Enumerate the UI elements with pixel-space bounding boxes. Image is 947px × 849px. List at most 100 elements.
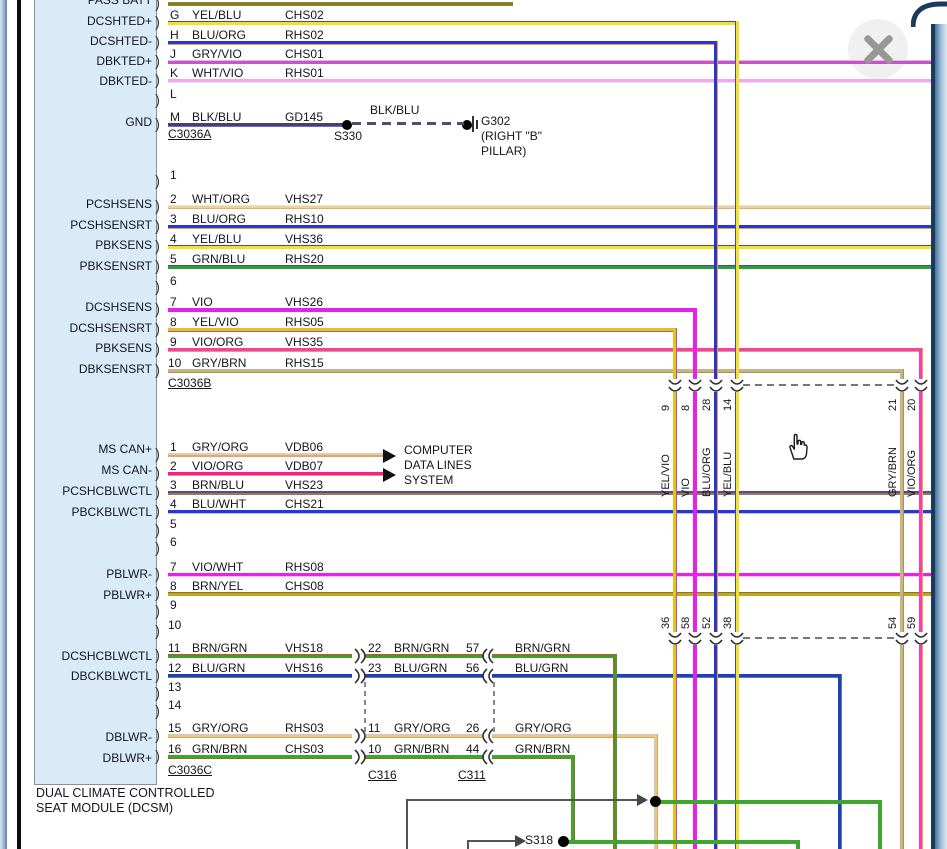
pin-bracket: ) <box>155 667 160 684</box>
wire-color-label: GRN/BRN <box>394 742 450 756</box>
wire-color-label: GRY/BRN <box>192 356 247 370</box>
wire-VHS35 <box>168 348 923 352</box>
pin-number: 26 <box>466 721 480 735</box>
pin-bracket: ) <box>155 727 160 744</box>
wire-color-label: BLU/ORG <box>701 447 713 497</box>
wire-segment <box>878 800 882 849</box>
module-signal-label: MS CAN+ <box>98 442 152 456</box>
pin-bracket: ) <box>155 685 160 702</box>
pin-bracket: ) <box>155 301 160 318</box>
module-signal-label: GND <box>125 115 152 129</box>
wire-color-label: BLK/BLU <box>192 110 242 124</box>
wire-color-label: GRY/VIO <box>192 47 242 61</box>
circuit-label: VHS23 <box>285 478 324 492</box>
inline-connector-break-icon <box>688 632 702 645</box>
circuit-label: VHS27 <box>285 192 324 206</box>
wire-segment <box>168 2 513 6</box>
mouse-cursor-icon <box>789 433 808 460</box>
splice-label: S318 <box>525 833 554 847</box>
ground-label: G302 <box>481 114 511 128</box>
pin-bracket: ) <box>155 92 160 109</box>
wire-color-label: GRN/BLU <box>192 252 246 266</box>
pin-number: 8 <box>170 315 177 329</box>
wire-RHS08 <box>168 573 931 577</box>
module-signal-label: PBLWR- <box>106 567 152 581</box>
pin-number: 15 <box>168 721 182 735</box>
module-signal-label: MS CAN- <box>101 463 152 477</box>
inline-connector-break-icon <box>354 728 366 744</box>
module-signal-label: DCSHCBLWCTL <box>61 649 152 663</box>
pin-number: 9 <box>170 598 177 612</box>
module-signal-label: PBKSENSRT <box>79 259 152 273</box>
leader-line <box>467 840 469 849</box>
splice-wire <box>566 840 800 844</box>
circuit-label: RHS02 <box>285 28 324 42</box>
wire-color-label: BLU/WHT <box>192 497 246 511</box>
wire-color-label: GRN/BRN <box>192 742 248 756</box>
circuit-label: VDB07 <box>285 459 324 473</box>
module-title-line2: SEAT MODULE (DCSM) <box>36 801 174 815</box>
wire-color-label: BRN/GRN <box>394 641 450 655</box>
wire-color-label: BLU/GRN <box>515 661 569 675</box>
pin-bracket: ) <box>155 748 160 765</box>
circuit-label: CHS01 <box>285 47 324 61</box>
wire-RHS05 <box>168 328 677 332</box>
connector-dashed-line <box>743 384 895 386</box>
pin-bracket: ) <box>155 116 160 133</box>
wire-dashed-blkblu <box>352 122 464 125</box>
module-signal-label: DCSHTED+ <box>86 14 152 28</box>
pin-number: K <box>170 66 179 80</box>
circuit-label: VHS16 <box>285 661 324 675</box>
wire-vertical-YEL-VIO <box>673 328 677 849</box>
wire-color-label: GRY/ORG <box>192 721 249 735</box>
pin-number: J <box>170 47 176 61</box>
pin-bracket: ) <box>155 484 160 501</box>
inline-connector-break-icon <box>354 648 366 664</box>
pin-number: 9 <box>170 335 177 349</box>
leader-line <box>467 840 517 842</box>
wire-RHS20 <box>168 265 931 269</box>
window-rounded-corner <box>911 1 947 28</box>
module-signal-label: DBLWR+ <box>102 751 152 765</box>
module-signal-label: PASS BATT <box>87 0 152 7</box>
wire-VDB06 <box>168 453 383 457</box>
pin-number: 3 <box>170 478 177 492</box>
module-signal-label: PBLWR+ <box>103 588 152 602</box>
pin-number: 16 <box>168 742 182 756</box>
pin-bracket: ) <box>155 446 160 463</box>
module-signal-label: PBKSENS <box>95 341 152 355</box>
connector-dashed-line <box>743 637 895 639</box>
wiring-diagram-canvas: DUAL CLIMATE CONTROLLED SEAT MODULE (DCS… <box>0 0 947 849</box>
pin-bracket: ) <box>155 647 160 664</box>
inline-connector-break-icon <box>914 379 928 392</box>
wire-VDB07 <box>168 472 383 476</box>
wire-color-label: GRY/BRN <box>887 447 899 497</box>
wire-VHS27 <box>168 205 931 209</box>
pin-number: 6 <box>170 535 177 549</box>
module-title: DUAL CLIMATE CONTROLLED SEAT MODULE (DCS… <box>36 786 215 816</box>
pin-number: 28 <box>701 398 713 411</box>
wire-color-label: YEL/BLU <box>192 232 242 246</box>
wire-CHS02 <box>168 21 739 25</box>
pin-number: 4 <box>170 232 177 246</box>
pin-bracket: ) <box>155 258 160 275</box>
module-signal-label: DBLWR- <box>105 730 152 744</box>
wire-RHS01 <box>168 79 931 83</box>
ground-icon <box>472 116 474 132</box>
module-signal-label: DBCKBLWCTL <box>70 669 152 683</box>
pin-number: 14 <box>722 398 734 411</box>
inline-connector-break-icon <box>482 749 494 765</box>
connector-label: C311 <box>458 768 486 782</box>
module-signal-label: DCSHTED- <box>90 34 152 48</box>
circuit-label: CHS21 <box>285 497 324 511</box>
circuit-label: RHS08 <box>285 560 324 574</box>
wire-CHS01 <box>168 60 931 64</box>
circuit-label: RHS01 <box>285 66 324 80</box>
wire-VHS36 <box>168 245 931 249</box>
pin-bracket: ) <box>155 173 160 190</box>
pin-number: 44 <box>466 742 480 756</box>
pin-number: M <box>170 110 180 124</box>
module-signal-label: DCSHSENSRT <box>69 321 152 335</box>
pin-bracket: ) <box>155 321 160 338</box>
pin-bracket: ) <box>155 540 160 557</box>
